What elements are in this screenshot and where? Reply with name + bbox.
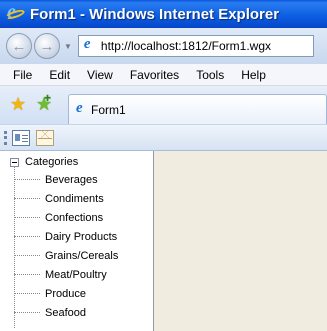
tree-item[interactable]: Beverages (14, 170, 98, 189)
back-arrow-icon: ← (11, 37, 27, 55)
window-titlebar: e Form1 - Windows Internet Explorer (0, 0, 327, 28)
forward-button[interactable]: → (34, 33, 60, 59)
menu-bar: File Edit View Favorites Tools Help (0, 64, 327, 86)
add-favorite-icon[interactable]: ★ + (36, 91, 52, 115)
menu-help[interactable]: Help (241, 68, 266, 82)
content-panel (154, 151, 327, 331)
back-button[interactable]: ← (6, 33, 32, 59)
tree-item-label: Meat/Poultry (45, 268, 107, 281)
tree-item[interactable]: Produce (14, 284, 86, 303)
tree-item[interactable]: Grains/Cereals (14, 246, 118, 265)
tab-form1[interactable]: e Form1 (68, 94, 327, 124)
tree-item[interactable]: Condiments (14, 189, 104, 208)
app-toolbar (0, 124, 327, 151)
tree-item[interactable]: Seafood (14, 303, 86, 322)
tab-page-icon: e (76, 99, 83, 116)
tab-bar: ★ ★ + e Form1 (0, 86, 327, 124)
tree-item-label: Confections (45, 211, 104, 224)
tree-item-label: Beverages (45, 173, 98, 186)
menu-tools[interactable]: Tools (196, 68, 224, 82)
tree-item[interactable]: Meat/Poultry (14, 265, 107, 284)
address-input[interactable]: e http://localhost:1812/Form1.wgx (77, 35, 314, 57)
tree-item-label: Produce (45, 287, 86, 300)
tree-item-label: Dairy Products (45, 230, 118, 243)
menu-file[interactable]: File (13, 68, 32, 82)
page-ie-icon: e (83, 36, 91, 52)
tree-root-node[interactable]: Categories (10, 156, 78, 168)
forward-arrow-icon: → (39, 37, 55, 55)
menu-edit[interactable]: Edit (49, 68, 70, 82)
tree-root-label: Categories (25, 156, 79, 168)
toolbar-grip-handle[interactable] (4, 130, 7, 145)
menu-view[interactable]: View (87, 68, 113, 82)
envelope-icon[interactable] (36, 129, 54, 146)
menu-favorites[interactable]: Favorites (130, 68, 179, 82)
tree-item[interactable]: Dairy Products (14, 227, 117, 246)
ie-logo-icon: e (4, 1, 26, 23)
contact-card-icon[interactable] (12, 129, 30, 146)
tree-item-label: Grains/Cereals (45, 249, 119, 262)
tree-item-label: Seafood (45, 306, 86, 319)
category-tree: Categories Beverages Condiments Confecti… (0, 151, 154, 331)
tree-item-label: Condiments (45, 192, 104, 205)
favorites-star-icon[interactable]: ★ (10, 94, 26, 115)
address-toolbar: ← → ▼ e http://localhost:1812/Form1.wgx (0, 28, 327, 64)
recent-pages-dropdown-icon[interactable]: ▼ (64, 42, 72, 51)
tree-item[interactable]: Confections (14, 208, 103, 227)
tab-label: Form1 (91, 102, 126, 117)
window-title: Form1 - Windows Internet Explorer (30, 5, 280, 23)
address-url[interactable]: http://localhost:1812/Form1.wgx (101, 39, 271, 53)
